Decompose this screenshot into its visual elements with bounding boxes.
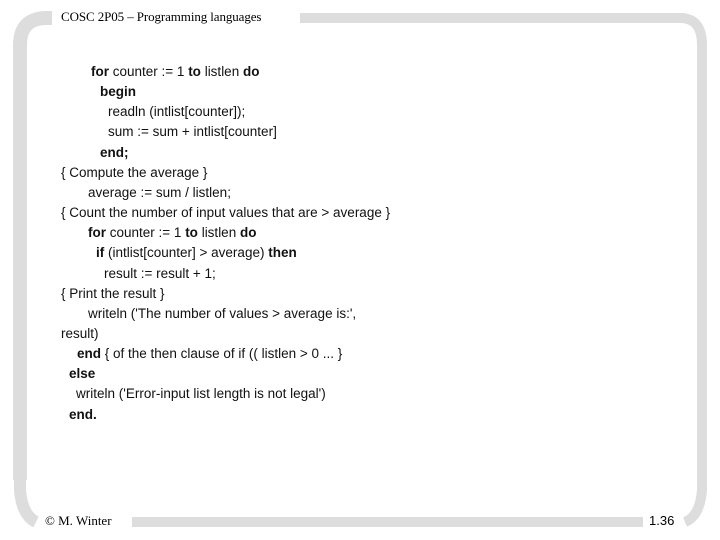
code-text: readln (intlist[counter]); (108, 104, 246, 120)
code-line: for counter := 1 to listlen do (91, 62, 259, 82)
code-line: else (69, 364, 95, 384)
code-line: writeln ('The number of values > average… (88, 304, 356, 324)
frame-right-bar (697, 55, 707, 480)
code-text: { Compute the average } (61, 164, 208, 180)
code-keyword: begin (100, 84, 136, 100)
code-text: writeln ('The number of values > average… (88, 305, 357, 321)
code-text: result := result + 1; (104, 265, 216, 281)
code-line: if (intlist[counter] > average) then (96, 243, 297, 263)
code-text: writeln ('Error-input list length is not… (76, 386, 326, 402)
code-keyword: for (91, 64, 109, 79)
code-line: end. (69, 405, 97, 425)
code-keyword: end; (100, 144, 129, 160)
code-keyword: to (185, 225, 198, 241)
code-text: listlen (200, 64, 243, 79)
footer-author: © M. Winter (45, 513, 112, 528)
code-text: { of the then clause of if (( listlen > … (101, 346, 343, 362)
code-keyword: else (69, 366, 96, 382)
code-line: end; (100, 143, 129, 163)
code-line: result := result + 1; (104, 264, 216, 284)
code-text: counter := 1 (109, 64, 189, 79)
frame-left-bar (13, 55, 27, 480)
code-text: (intlist[counter] > average) (104, 245, 269, 261)
code-line: for counter := 1 to listlen do (88, 223, 256, 243)
code-line: { Print the result } (61, 284, 165, 304)
code-keyword: do (242, 64, 260, 79)
code-keyword: for (88, 225, 106, 241)
frame-top-bar (300, 13, 685, 23)
code-line: { Count the number of input values that … (61, 203, 390, 223)
code-text: sum := sum + intlist[counter] (108, 124, 277, 140)
frame-bottom-right-arc (682, 470, 707, 527)
frame-top-left-arc (13, 11, 52, 60)
page-number: 1.36 (649, 513, 675, 528)
frame-top-right-arc (679, 13, 707, 60)
code-text: listlen (197, 225, 240, 241)
frame-bottom-bar (132, 517, 643, 527)
code-keyword: then (268, 245, 297, 261)
code-text: average := sum / listlen; (88, 184, 231, 200)
code-line: writeln ('Error-input list length is not… (76, 384, 326, 404)
code-text: { Print the result } (61, 285, 165, 301)
code-line: begin (100, 82, 136, 102)
frame-bottom-left-arc (14, 470, 40, 528)
code-keyword: end. (69, 406, 97, 422)
code-line: result) (61, 324, 99, 344)
code-text: { Count the number of input values that … (61, 205, 391, 221)
code-line: average := sum / listlen; (88, 183, 231, 203)
code-keyword: end (77, 346, 102, 362)
code-line: { Compute the average } (61, 163, 207, 183)
code-text: result) (61, 325, 99, 341)
code-line: readln (intlist[counter]); (108, 102, 245, 122)
code-line: sum := sum + intlist[counter] (108, 122, 277, 142)
code-keyword: do (239, 225, 257, 241)
code-text: counter := 1 (106, 225, 186, 241)
code-keyword: if (96, 245, 105, 261)
code-keyword: to (188, 64, 201, 79)
slide-header-title: COSC 2P05 – Programming languages (61, 9, 262, 24)
code-line: end { of the then clause of if (( listle… (77, 344, 342, 364)
